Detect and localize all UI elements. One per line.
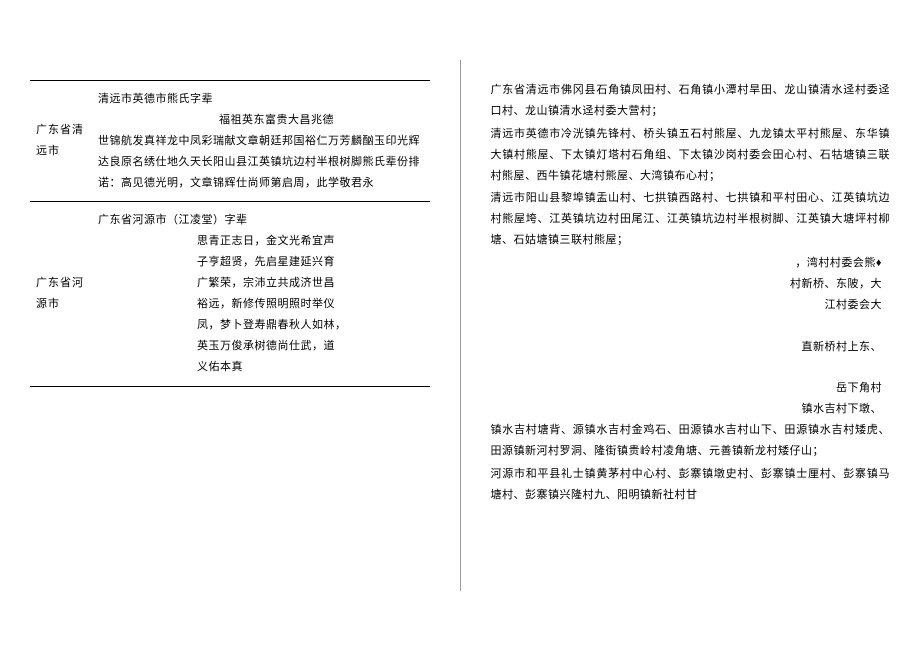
right-aligned-fragment: 镇水吉村下墩、 xyxy=(491,399,891,420)
right-page: 广东省清远市佛冈县石角镇凤田村、石角镇小潭村旱田、龙山镇清水迳村委迳口村、龙山镇… xyxy=(461,20,920,631)
left-page: 广东省清远市 清远市英德市熊氏字辈 福祖英东富贵大昌兆德 世锦航发真祥龙中凤彩瑞… xyxy=(0,20,460,631)
region-content: 清远市英德市熊氏字辈 福祖英东富贵大昌兆德 世锦航发真祥龙中凤彩瑞献文章朝廷邦国… xyxy=(92,81,430,202)
region-content: 广东省河源市（江凌堂）字辈 思青正志日，金文光希宜声 子亨超贤，先启星建延兴育 … xyxy=(92,202,430,386)
table-row: 广东省河源市 广东省河源市（江凌堂）字辈 思青正志日，金文光希宜声 子亨超贤，先… xyxy=(30,202,430,386)
paragraph: 河源市和平县礼士镇黄茅村中心村、彭寨镇墩史村、彭寨镇士厘村、彭寨镇马塘村、彭寨镇… xyxy=(491,464,891,506)
region-label: 广东省河源市 xyxy=(30,202,92,386)
genealogy-table: 广东省清远市 清远市英德市熊氏字辈 福祖英东富贵大昌兆德 世锦航发真祥龙中凤彩瑞… xyxy=(30,80,430,387)
paragraph: 广东省清远市佛冈县石角镇凤田村、石角镇小潭村旱田、龙山镇清水迳村委迳口村、龙山镇… xyxy=(491,80,891,122)
right-aligned-fragment: 岳下角村 xyxy=(491,378,891,399)
right-aligned-fragment: ，湾村村委会熊♦ 村新桥、东陂，大 江村委会大 xyxy=(491,253,891,316)
right-text-block: 广东省清远市佛冈县石角镇凤田村、石角镇小潭村旱田、龙山镇清水迳村委迳口村、龙山镇… xyxy=(491,20,891,506)
paragraph: 清远市英德市冷洸镇先锋村、桥头镇五石村熊屋、九龙镇太平村熊屋、东华镇大镇村熊屋、… xyxy=(491,124,891,187)
row-subtitle: 福祖英东富贵大昌兆德 xyxy=(98,110,424,131)
row-title: 清远市英德市熊氏字辈 xyxy=(98,93,213,105)
table-row: 广东省清远市 清远市英德市熊氏字辈 福祖英东富贵大昌兆德 世锦航发真祥龙中凤彩瑞… xyxy=(30,81,430,202)
region-label: 广东省清远市 xyxy=(30,81,92,202)
row-body: 世锦航发真祥龙中凤彩瑞献文章朝廷邦国裕仁万芳麟酗玉印光辉达良原名绣仕地久天长阳山… xyxy=(98,135,420,189)
paragraph: 清远市阳山县黎埠镇盂山村、七拱镇西路村、七拱镇和平村田心、江英镇坑边村熊屋垮、江… xyxy=(491,188,891,251)
row-body-block: 思青正志日，金文光希宜声 子亨超贤，先启星建延兴育 广繁荣，宗沛立共成济世昌 裕… xyxy=(98,231,424,377)
right-aligned-fragment: 直新桥村上东、 xyxy=(491,337,891,358)
row-title: 广东省河源市（江凌堂）字辈 xyxy=(98,214,248,226)
paragraph: 镇水吉村塘背、源镇水吉村金鸡石、田源镇水吉村山下、田源镇水吉村矮虎、田源镇新河村… xyxy=(491,420,891,462)
